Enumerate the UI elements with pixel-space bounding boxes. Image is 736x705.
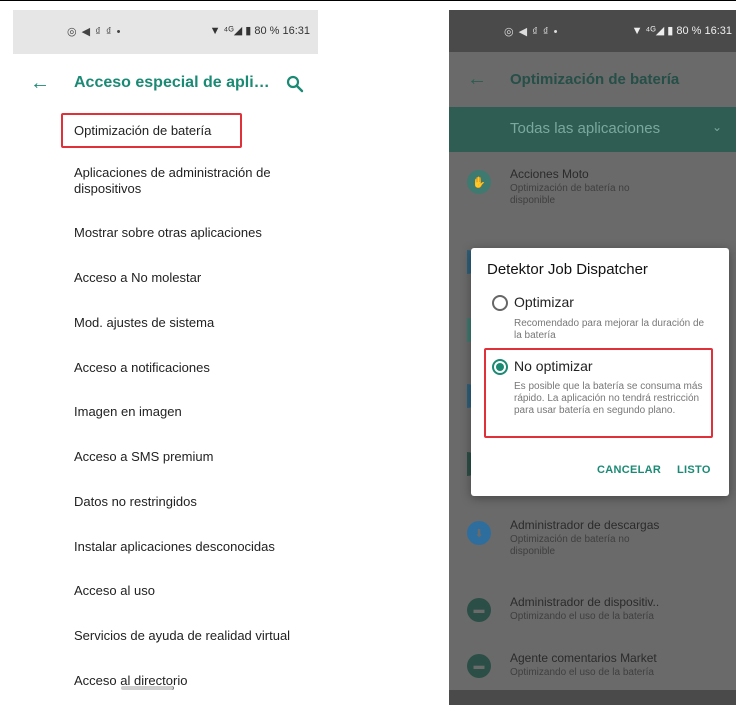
navigation-bar (449, 690, 736, 705)
menu-item-notification-access[interactable]: Acceso a notificaciones (74, 360, 304, 376)
menu-item-battery-optimization[interactable]: Optimización de batería (74, 123, 304, 139)
option-label-no-optimize[interactable]: No optimizar (514, 358, 593, 374)
app-optimization-status: Optimización de batería no disponible (510, 183, 630, 206)
app-name: Acciones Moto (510, 167, 589, 181)
android-icon: ▬ (467, 598, 491, 622)
menu-item-premium-sms[interactable]: Acceso a SMS premium (74, 449, 304, 465)
app-bar: ← Acceso especial de apli… (13, 54, 318, 112)
app-optimization-status: Optimización de batería no disponible (510, 534, 630, 557)
radio-no-optimize[interactable] (492, 359, 508, 375)
radio-optimize[interactable] (492, 295, 508, 311)
app-name: Administrador de descargas (510, 518, 660, 532)
app-list-item[interactable]: ⬇ Administrador de descargas Optimizació… (449, 503, 736, 573)
app-list-item[interactable]: ✋ Acciones Moto Optimización de batería … (449, 152, 736, 222)
back-arrow-icon[interactable]: ← (30, 73, 50, 93)
app-name: Administrador de dispositiv.. (510, 595, 660, 609)
page-title: Optimización de batería (510, 71, 680, 88)
home-gesture-pill[interactable] (121, 686, 173, 690)
app-optimization-status: Optimizando el uso de la batería (510, 611, 654, 622)
back-arrow-icon[interactable]: ← (467, 69, 487, 89)
menu-item-modify-system-settings[interactable]: Mod. ajustes de sistema (74, 315, 304, 331)
menu-item-install-unknown-apps[interactable]: Instalar aplicaciones desconocidas (74, 539, 304, 555)
menu-item-device-admin-apps[interactable]: Aplicaciones de administración de dispos… (74, 165, 304, 197)
top-border (0, 0, 736, 1)
menu-item-usage-access[interactable]: Acceso al uso (74, 583, 304, 599)
option-label-optimize[interactable]: Optimizar (514, 294, 574, 310)
chevron-down-icon: ⌄ (712, 120, 723, 134)
menu-item-unrestricted-data[interactable]: Datos no restringidos (74, 494, 304, 510)
status-system-info: ▼ ⁴ᴳ◢ ▮ 80 % 16:31 (631, 25, 732, 37)
search-icon[interactable] (286, 75, 304, 93)
dialog-title: Detektor Job Dispatcher (487, 261, 648, 278)
menu-item-display-over-apps[interactable]: Mostrar sobre otras aplicaciones (74, 225, 304, 241)
download-icon: ⬇ (467, 521, 491, 545)
app-name: Agente comentarios Market (510, 651, 657, 665)
app-optimization-status: Optimizando el uso de la batería (510, 667, 654, 678)
status-notification-icons: ◎ ◀ ₫ ₫ • (67, 26, 122, 38)
done-button[interactable]: LISTO (677, 464, 711, 476)
status-system-info: ▼ ⁴ᴳ◢ ▮ 80 % 16:31 (209, 25, 310, 37)
option-description-no-optimize: Es posible que la batería se consuma más… (514, 381, 703, 416)
android-icon: ▬ (467, 654, 491, 678)
filter-selected-value: Todas las aplicaciones (510, 120, 661, 137)
hand-icon: ✋ (467, 170, 491, 194)
status-notification-icons: ◎ ◀ ₫ ₫ • (504, 26, 559, 38)
battery-optimization-dialog: Detektor Job Dispatcher Optimizar Recome… (471, 248, 729, 496)
menu-item-do-not-disturb[interactable]: Acceso a No molestar (74, 270, 304, 286)
navigation-bar (13, 690, 318, 705)
menu-item-picture-in-picture[interactable]: Imagen en imagen (74, 404, 304, 420)
app-filter-dropdown[interactable]: Todas las aplicaciones ⌄ (449, 107, 736, 152)
left-phone-screen: ◎ ◀ ₫ ₫ • ▼ ⁴ᴳ◢ ▮ 80 % 16:31 ← Acceso es… (13, 10, 318, 705)
page-title: Acceso especial de apli… (74, 74, 270, 91)
app-bar: ← Optimización de batería (449, 52, 736, 107)
menu-item-vr-helper-services[interactable]: Servicios de ayuda de realidad virtual (74, 628, 304, 644)
menu-item-directory-access[interactable]: Acceso al directorio (74, 673, 304, 689)
status-bar: ◎ ◀ ₫ ₫ • ▼ ⁴ᴳ◢ ▮ 80 % 16:31 (449, 10, 736, 52)
option-description-optimize: Recomendado para mejorar la duración de … (514, 318, 705, 341)
cancel-button[interactable]: CANCELAR (597, 464, 661, 476)
status-bar: ◎ ◀ ₫ ₫ • ▼ ⁴ᴳ◢ ▮ 80 % 16:31 (13, 10, 318, 54)
